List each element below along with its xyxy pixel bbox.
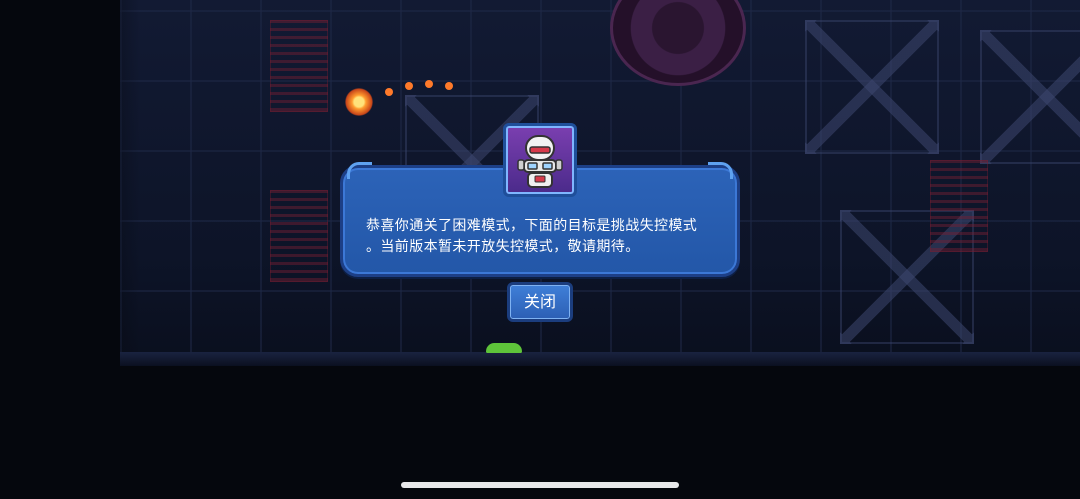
floor	[120, 352, 1080, 366]
scene-edge-shadow	[0, 0, 140, 362]
ember	[445, 82, 453, 90]
robot-character-icon	[503, 123, 577, 197]
close-button[interactable]: 关闭	[507, 282, 573, 322]
wall-panel	[805, 20, 939, 154]
dialog-message: 恭喜你通关了困难模式，下面的目标是挑战失控模式 。当前版本暂未开放失控模式，敬请…	[366, 216, 726, 258]
green-slime	[486, 343, 522, 353]
dialog-message-line: 恭喜你通关了困难模式，下面的目标是挑战失控模式	[366, 218, 698, 234]
dialog-message-line: 。当前版本暂未开放失控模式，敬请期待。	[366, 239, 640, 255]
ember	[385, 88, 393, 96]
wall-vent	[270, 20, 328, 112]
wall-vent	[930, 160, 988, 252]
home-indicator[interactable]	[401, 482, 679, 488]
ember	[425, 80, 433, 88]
wall-panel	[980, 30, 1080, 164]
wall-vent	[270, 190, 328, 282]
fire-explosion	[345, 88, 373, 116]
ember	[405, 82, 413, 90]
